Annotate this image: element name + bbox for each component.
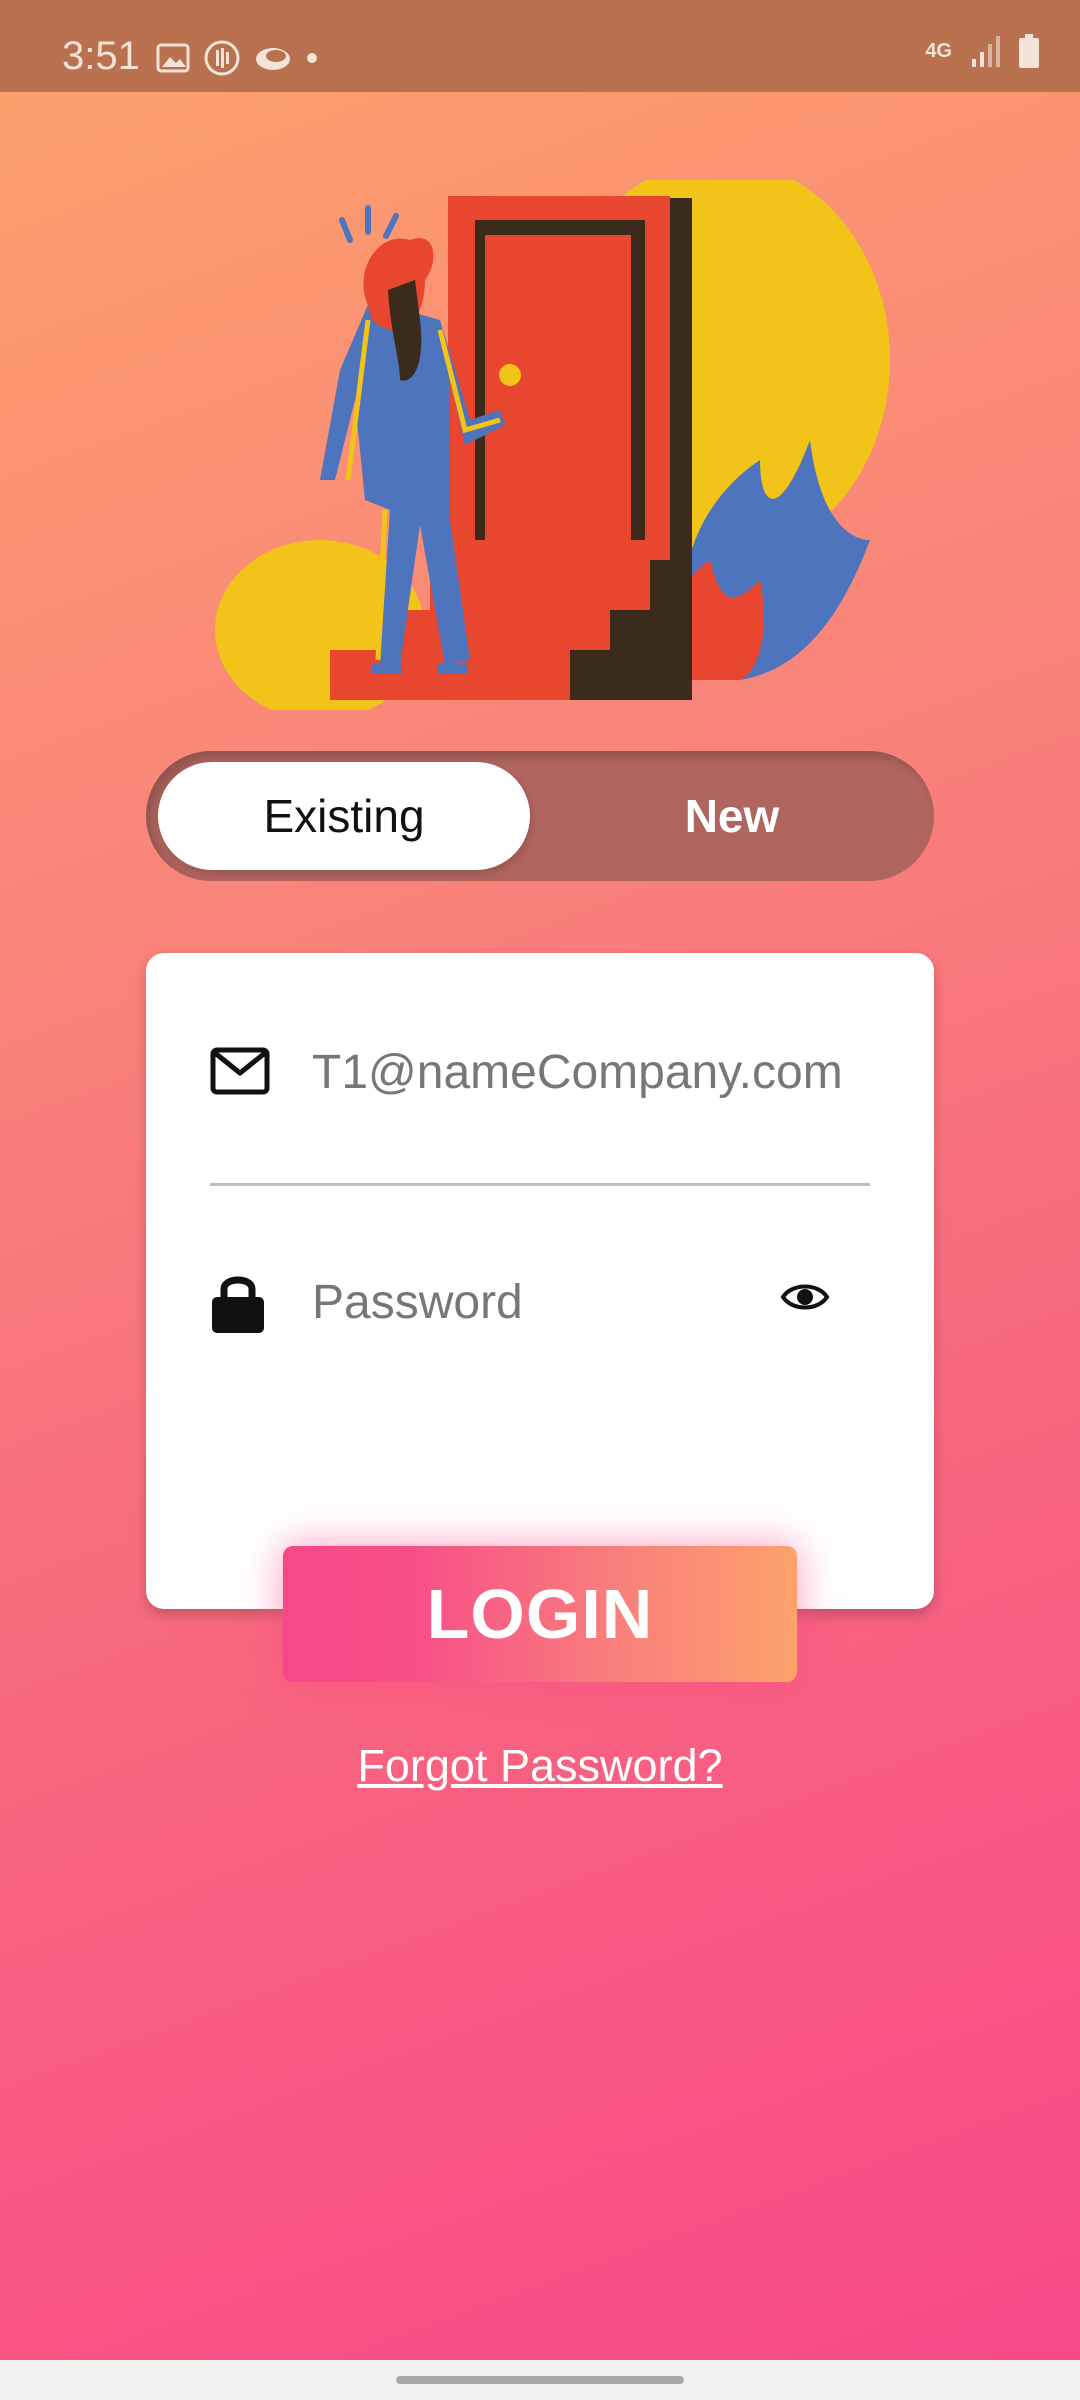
email-underline [210,1183,870,1186]
person-at-door-illustration [215,180,890,710]
person-shoe-left [372,664,402,674]
email-field[interactable] [310,1033,894,1111]
login-card [146,953,934,1609]
eye-icon[interactable] [780,1279,830,1315]
toggle-existing[interactable]: Existing [158,762,530,870]
status-system-icons: 4G [925,34,1040,68]
gallery-icon [156,43,190,73]
login-button[interactable]: LOGIN [283,1546,797,1682]
forgot-password-link[interactable]: Forgot Password? [0,1740,1080,1792]
toggle-new[interactable]: New [546,762,918,870]
cloud-icon [256,48,290,70]
person-shoe-right [438,664,468,674]
envelope-icon [210,1047,270,1095]
status-notification-icons [156,40,318,76]
door-knob [499,364,521,386]
surprise-lines [339,205,399,243]
home-indicator[interactable] [396,2376,684,2384]
password-field[interactable] [310,1263,774,1341]
network-type: 4G [925,40,952,62]
battery-icon [1019,34,1039,68]
lock-icon [212,1276,264,1333]
podcast-icon [204,40,240,76]
signal-icon [972,36,1000,67]
status-bar: 3:51 4G [0,0,1080,92]
status-time: 3:51 [62,34,140,78]
dot-icon [307,53,317,63]
navigation-bar [0,2360,1080,2400]
door-inner [485,235,631,555]
account-type-toggle[interactable]: Existing New [146,751,934,881]
